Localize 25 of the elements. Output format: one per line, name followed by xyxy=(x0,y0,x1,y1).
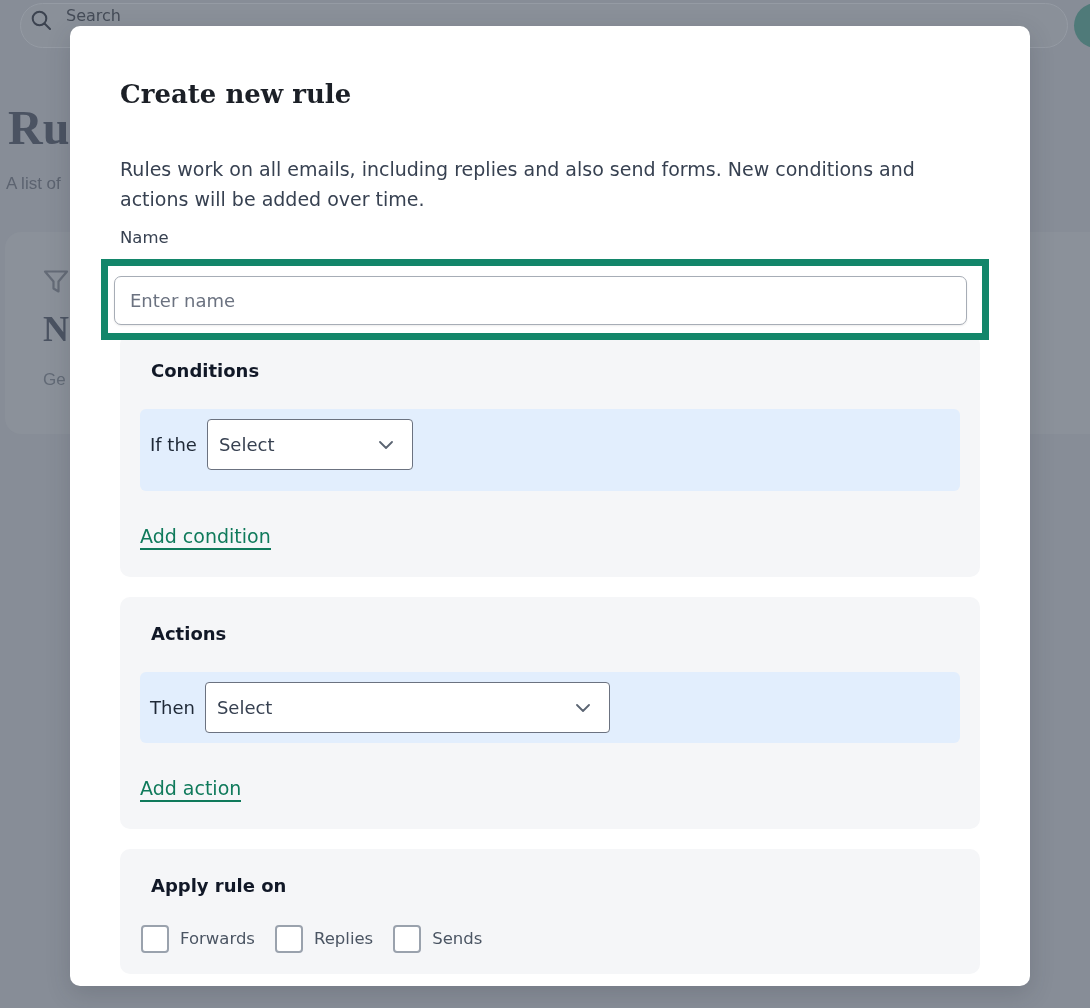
section-title: Actions xyxy=(150,623,228,645)
chevron-down-icon xyxy=(378,440,393,449)
checkbox-label: Forwards xyxy=(180,929,255,949)
row-label: Then xyxy=(150,696,195,719)
card-title: N xyxy=(43,308,69,350)
name-input[interactable]: Enter name xyxy=(114,276,967,325)
checkbox[interactable] xyxy=(141,925,169,953)
dialog-title: Create new rule xyxy=(120,78,352,111)
section-title: Apply rule on xyxy=(150,875,288,897)
checkbox-label: Sends xyxy=(432,929,483,949)
select-dropdown[interactable]: Select xyxy=(204,682,610,733)
row-label: If the xyxy=(150,433,197,456)
page-heading: Ru xyxy=(8,100,70,156)
name-label: Name xyxy=(120,228,169,248)
chevron-down-icon xyxy=(575,703,590,712)
checkbox[interactable] xyxy=(393,925,422,953)
search-icon xyxy=(31,10,51,30)
section-title: Conditions xyxy=(150,360,261,382)
add-link[interactable]: Add action xyxy=(140,777,242,802)
add-link[interactable]: Add condition xyxy=(140,525,271,550)
select-dropdown[interactable]: Select xyxy=(206,419,413,470)
dialog-description: Rules work on all emails, including replies and also send forms. New conditions and actions will be added over time. xyxy=(120,157,916,212)
filter-icon xyxy=(43,269,69,295)
checkbox[interactable] xyxy=(274,925,303,953)
checkbox-label: Replies xyxy=(313,929,374,949)
